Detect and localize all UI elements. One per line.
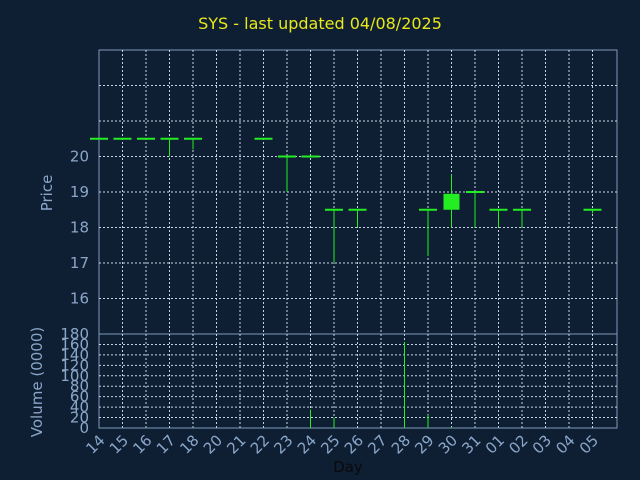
x-tick-label: 30 xyxy=(435,431,461,457)
x-tick-label: 20 xyxy=(200,431,226,457)
x-tick-label: 31 xyxy=(458,431,484,457)
x-tick-label: 26 xyxy=(341,431,367,457)
x-tick-label: 27 xyxy=(364,431,390,457)
x-tick-label: 01 xyxy=(482,431,508,457)
x-tick-label: 17 xyxy=(153,431,179,457)
volume-tick-label: 180 xyxy=(60,325,89,343)
price-tick-label: 19 xyxy=(70,183,89,201)
volume-axis-label: Volume (0000) xyxy=(28,327,46,437)
x-tick-label: 15 xyxy=(106,431,132,457)
candle-body xyxy=(443,193,460,210)
volume-panel-frame xyxy=(98,333,618,429)
x-tick-label: 04 xyxy=(552,431,578,457)
price-tick-label: 20 xyxy=(70,148,89,166)
x-tick-label: 22 xyxy=(247,431,273,457)
x-tick-label: 05 xyxy=(576,431,602,457)
x-tick-label: 21 xyxy=(223,431,249,457)
x-tick-label: 29 xyxy=(411,431,437,457)
price-tick-label: 16 xyxy=(70,290,89,308)
x-tick-label: 16 xyxy=(129,431,155,457)
price-axis-label: Price xyxy=(38,175,56,212)
x-tick-label: 28 xyxy=(388,431,414,457)
price-tick-label: 18 xyxy=(70,219,89,237)
x-tick-label: 03 xyxy=(529,431,555,457)
x-tick-label: 18 xyxy=(176,431,202,457)
x-tick-label: 02 xyxy=(505,431,531,457)
x-tick-label: 25 xyxy=(317,431,343,457)
stock-chart: 1617181920020406080100120140160180141516… xyxy=(28,49,618,476)
price-tick-label: 17 xyxy=(70,254,89,272)
x-tick-label: 24 xyxy=(294,431,320,457)
x-axis-label: Day xyxy=(333,458,363,476)
x-tick-label: 23 xyxy=(270,431,296,457)
